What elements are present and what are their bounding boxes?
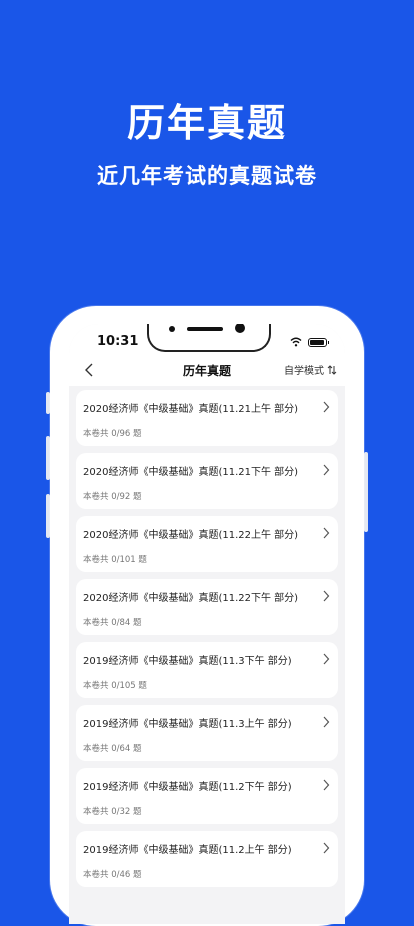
paper-progress: 本卷共 0/32 题 (83, 807, 142, 817)
chevron-right-icon (323, 779, 330, 791)
paper-progress: 本卷共 0/92 题 (83, 492, 142, 502)
paper-card[interactable]: 2020经济师《中级基础》真题(11.21下午 部分) 本卷共 0/92 题 (76, 453, 338, 509)
paper-progress: 本卷共 0/96 题 (83, 429, 142, 439)
chevron-right-icon (323, 590, 330, 602)
front-camera (235, 324, 245, 333)
status-time: 10:31 (97, 334, 139, 349)
paper-card[interactable]: 2019经济师《中级基础》真题(11.3上午 部分) 本卷共 0/64 题 (76, 705, 338, 761)
sort-arrows-icon (327, 364, 337, 375)
study-mode-label: 自学模式 (284, 366, 324, 377)
status-icons (290, 337, 329, 347)
paper-card[interactable]: 2019经济师《中级基础》真题(11.2下午 部分) 本卷共 0/32 题 (76, 768, 338, 824)
paper-title: 2019经济师《中级基础》真题(11.3下午 部分) (83, 656, 292, 667)
phone-side-button-right (364, 452, 368, 532)
paper-title: 2020经济师《中级基础》真题(11.22上午 部分) (83, 530, 299, 541)
paper-title: 2019经济师《中级基础》真题(11.3上午 部分) (83, 719, 292, 730)
speaker-grille (187, 327, 223, 331)
battery-icon (308, 337, 329, 347)
paper-title: 2020经济师《中级基础》真题(11.21下午 部分) (83, 467, 299, 478)
paper-progress: 本卷共 0/64 题 (83, 744, 142, 754)
phone-screen: 10:31 历年真题 自学模式 2020经济师《中级基础》真题(11.21上午 … (69, 324, 345, 924)
paper-list: 2020经济师《中级基础》真题(11.21上午 部分) 本卷共 0/96 题 2… (76, 390, 338, 894)
paper-progress: 本卷共 0/84 题 (83, 618, 142, 628)
phone-notch (147, 324, 271, 352)
chevron-right-icon (323, 527, 330, 539)
wifi-icon (290, 337, 302, 347)
hero-title: 历年真题 (126, 101, 287, 145)
paper-progress: 本卷共 0/46 题 (83, 870, 142, 880)
nav-bar: 历年真题 自学模式 (69, 354, 345, 386)
chevron-right-icon (323, 464, 330, 476)
paper-title: 2019经济师《中级基础》真题(11.2上午 部分) (83, 845, 292, 856)
paper-progress: 本卷共 0/101 题 (83, 555, 147, 565)
chevron-right-icon (323, 842, 330, 854)
chevron-right-icon (323, 653, 330, 665)
paper-card[interactable]: 2020经济师《中级基础》真题(11.22下午 部分) 本卷共 0/84 题 (76, 579, 338, 635)
paper-progress: 本卷共 0/105 题 (83, 681, 147, 691)
paper-card[interactable]: 2020经济师《中级基础》真题(11.22上午 部分) 本卷共 0/101 题 (76, 516, 338, 572)
chevron-right-icon (323, 716, 330, 728)
paper-title: 2019经济师《中级基础》真题(11.2下午 部分) (83, 782, 292, 793)
chevron-right-icon (323, 401, 330, 413)
paper-title: 2020经济师《中级基础》真题(11.22下午 部分) (83, 593, 299, 604)
paper-card[interactable]: 2019经济师《中级基础》真题(11.3下午 部分) 本卷共 0/105 题 (76, 642, 338, 698)
sensor-dot (169, 326, 175, 332)
hero-subtitle: 近几年考试的真题试卷 (97, 164, 317, 188)
paper-card[interactable]: 2020经济师《中级基础》真题(11.21上午 部分) 本卷共 0/96 题 (76, 390, 338, 446)
study-mode-button[interactable]: 自学模式 (284, 362, 337, 377)
paper-card[interactable]: 2019经济师《中级基础》真题(11.2上午 部分) 本卷共 0/46 题 (76, 831, 338, 887)
paper-title: 2020经济师《中级基础》真题(11.21上午 部分) (83, 404, 299, 415)
